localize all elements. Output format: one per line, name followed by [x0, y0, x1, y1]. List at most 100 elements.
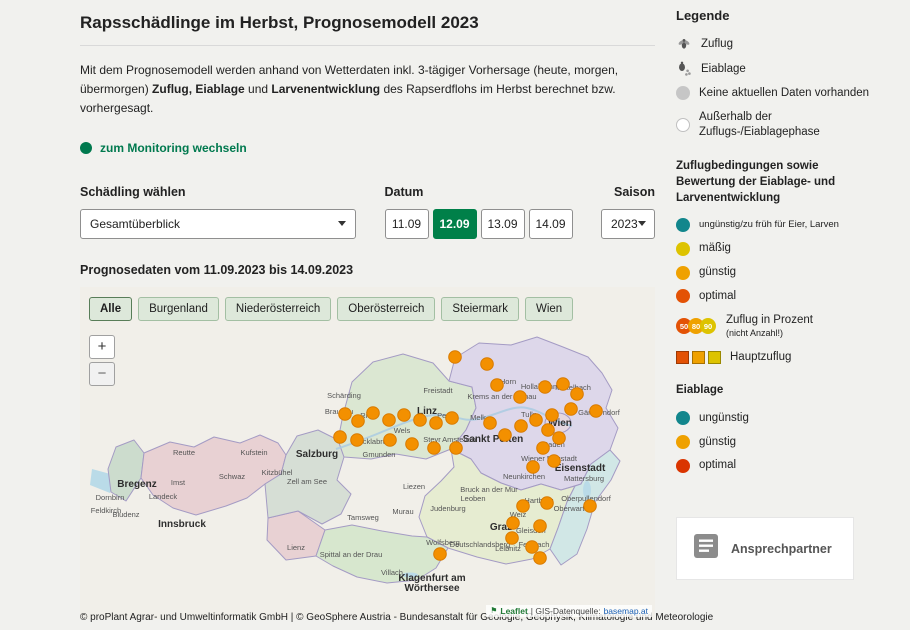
legend-row: günstig [676, 435, 906, 450]
date-button-group: 11.0912.0913.0914.09 [385, 209, 573, 239]
pest-marker[interactable] [565, 402, 578, 415]
region-filter-oberoesterreich[interactable]: Oberösterreich [337, 297, 435, 321]
pest-marker[interactable] [383, 413, 396, 426]
city-label: Wolfsberg [426, 538, 460, 547]
pest-marker[interactable] [339, 407, 352, 420]
basemap-link[interactable]: basemap.at [604, 606, 648, 616]
pest-marker[interactable] [541, 496, 554, 509]
pest-marker[interactable] [557, 377, 570, 390]
hauptzuflug-square-icon [692, 351, 705, 364]
pest-marker[interactable] [384, 433, 397, 446]
contact-icon [693, 533, 719, 564]
pest-marker[interactable] [414, 413, 427, 426]
region-filter-steiermark[interactable]: Steiermark [441, 297, 519, 321]
pest-marker[interactable] [537, 441, 550, 454]
pest-marker[interactable] [571, 387, 584, 400]
pest-marker[interactable] [527, 460, 540, 473]
region-filter-niederoesterreich[interactable]: Niederösterreich [225, 297, 331, 321]
pest-marker[interactable] [506, 531, 519, 544]
pest-marker[interactable] [530, 413, 543, 426]
legend-row-eiablage: Eiablage [676, 61, 906, 77]
pest-select-label: Schädling wählen [80, 185, 356, 199]
map-attribution: ⚑ Leaflet | GIS-Datenquelle: basemap.at [486, 605, 652, 617]
pest-marker[interactable] [539, 380, 552, 393]
legend-row: optimal [676, 289, 906, 304]
city-label: Oberwart [554, 504, 586, 513]
pest-marker[interactable] [351, 433, 364, 446]
monitoring-link[interactable]: zum Monitoring wechseln [80, 141, 247, 155]
main-content: Rapsschädlinge im Herbst, Prognosemodell… [80, 0, 655, 619]
pest-marker[interactable] [534, 519, 547, 532]
legend-row: mäßig [676, 241, 906, 256]
pest-marker[interactable] [406, 437, 419, 450]
pest-marker[interactable] [352, 414, 365, 427]
pest-marker[interactable] [515, 419, 528, 432]
legend-label: ungünstig [699, 411, 749, 426]
pest-marker[interactable] [542, 423, 555, 436]
eiablage-title: Eiablage [676, 382, 866, 398]
attribution-text: | GIS-Datenquelle: [531, 606, 601, 616]
pest-marker[interactable] [507, 516, 520, 529]
pest-marker[interactable] [367, 406, 380, 419]
city-label: Murau [392, 507, 413, 516]
pest-select[interactable]: Gesamtüberblick [80, 209, 356, 239]
monitoring-link-label: zum Monitoring wechseln [100, 141, 247, 155]
region-filter-burgenland[interactable]: Burgenland [138, 297, 219, 321]
pest-marker[interactable] [491, 378, 504, 391]
city-label: Liezen [403, 482, 425, 491]
pest-marker[interactable] [514, 390, 527, 403]
zoom-out-button[interactable]: − [89, 362, 115, 386]
pest-marker[interactable] [430, 416, 443, 429]
conditions-title: Zuflugbedingungen sowie Bewertung der Ei… [676, 158, 866, 206]
pest-marker[interactable] [449, 350, 462, 363]
pest-marker[interactable] [590, 404, 603, 417]
pest-marker[interactable] [534, 551, 547, 564]
pest-marker[interactable] [546, 408, 559, 421]
app: Rapsschädlinge im Herbst, Prognosemodell… [0, 0, 910, 630]
intro-bold: Zuflug, Eiablage [152, 82, 245, 96]
pest-marker[interactable] [434, 547, 447, 560]
pest-marker[interactable] [446, 411, 459, 424]
pest-marker[interactable] [584, 499, 597, 512]
fly-icon [676, 36, 692, 52]
region-filter-alle[interactable]: Alle [89, 297, 132, 321]
legend-label: mäßig [699, 241, 731, 256]
legend-sidebar: Legende Zuflug Eiablage Keine aktuellen … [676, 0, 906, 580]
pest-marker[interactable] [334, 430, 347, 443]
hauptzuflug-square-icon [708, 351, 721, 364]
date-button-11.09[interactable]: 11.09 [385, 209, 429, 239]
percent-legend-row: 508090 Zuflug in Prozent (nicht Anzahl!) [676, 313, 906, 340]
intro-bold: Larvenentwicklung [271, 82, 380, 96]
pest-marker[interactable] [548, 454, 561, 467]
city-label: Villach [381, 568, 403, 577]
pest-marker[interactable] [499, 428, 512, 441]
date-button-12.09[interactable]: 12.09 [433, 209, 477, 239]
city-label: Bruck an der Mur [460, 485, 518, 494]
date-button-13.09[interactable]: 13.09 [481, 209, 525, 239]
city-label: Lienz [287, 543, 305, 552]
pest-marker[interactable] [428, 441, 441, 454]
legend-label: Keine aktuellen Daten vorhanden [699, 86, 869, 101]
percent-note: (nicht Anzahl!) [726, 328, 813, 340]
pest-marker[interactable] [553, 431, 566, 444]
percent-label: Zuflug in Prozent [726, 313, 813, 328]
leaflet-link[interactable]: Leaflet [500, 606, 527, 616]
zoom-in-button[interactable]: + [89, 335, 115, 359]
season-select[interactable]: 2023 [601, 209, 655, 239]
conditions-list: ungünstig/zu früh für Eier, Larvenmäßigg… [676, 218, 906, 304]
pest-marker[interactable] [481, 357, 494, 370]
city-label: Schärding [327, 391, 361, 400]
pest-marker[interactable] [484, 416, 497, 429]
pest-marker[interactable] [517, 499, 530, 512]
pest-marker[interactable] [450, 441, 463, 454]
date-button-14.09[interactable]: 14.09 [529, 209, 573, 239]
austria-map[interactable]: BregenzInnsbruckSalzburgLinzSankt Pölten… [80, 287, 655, 619]
region-filter-wien[interactable]: Wien [525, 297, 573, 321]
pest-marker[interactable] [526, 540, 539, 553]
pest-marker[interactable] [398, 408, 411, 421]
egg-laying-icon [676, 61, 692, 77]
city-label: Bludenz [112, 510, 139, 519]
intro-part: und [245, 82, 272, 96]
city-label: Eisenstadt [555, 463, 606, 474]
contact-button[interactable]: Ansprechpartner [676, 517, 854, 580]
